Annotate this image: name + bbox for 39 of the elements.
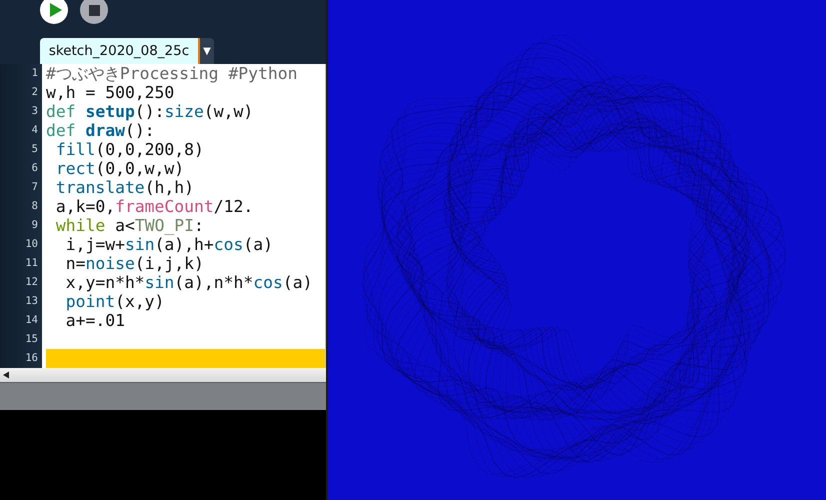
tab-menu-button[interactable]: ▼ (200, 38, 214, 64)
line-number: 16 (24, 351, 39, 366)
line-number: 2 (30, 85, 39, 100)
line-number: 14 (24, 313, 39, 328)
code-line: #つぶやきProcessing #Python (46, 64, 298, 83)
code-editor[interactable] (42, 64, 326, 368)
line-number: 3 (30, 104, 39, 119)
stop-button[interactable] (80, 0, 108, 24)
left-arrow-icon[interactable] (2, 371, 10, 379)
line-number: 7 (30, 180, 39, 195)
code-line: a+=.01 (64, 311, 125, 330)
sketch-tab[interactable]: sketch_2020_08_25c (40, 38, 200, 64)
line-number: 15 (24, 332, 39, 347)
code-line: def setup():size(w,w) (46, 102, 254, 121)
code-line: point(x,y) (64, 292, 164, 311)
line-number: 6 (30, 161, 39, 176)
line-number: 13 (24, 294, 39, 309)
code-line: while a<TWO_PI: (54, 216, 204, 235)
code-line: def draw(): (46, 121, 155, 140)
code-line: translate(h,h) (54, 178, 194, 197)
line-number: 1 (30, 66, 39, 81)
line-number: 11 (24, 256, 39, 271)
run-button[interactable] (40, 0, 68, 24)
code-line: n=noise(i,j,k) (64, 254, 204, 273)
code-line: x,y=n*h*sin(a),n*h*cos(a) (64, 273, 312, 292)
code-line: rect(0,0,w,w) (54, 159, 184, 178)
line-number: 10 (24, 237, 39, 252)
code-line: fill(0,0,200,8) (54, 140, 204, 159)
line-number: 4 (30, 123, 39, 138)
play-icon (50, 3, 62, 17)
line-number: 5 (30, 142, 39, 157)
code-line: w,h = 500,250 (46, 83, 174, 102)
line-number: 12 (24, 275, 39, 290)
line-number: 8 (30, 199, 39, 214)
code-line: i,j=w+sin(a),h+cos(a) (64, 235, 273, 254)
horizontal-scrollbar[interactable] (0, 368, 326, 382)
stop-icon (88, 4, 100, 16)
code-line: a,k=0,frameCount/12. (54, 197, 254, 216)
line-number: 9 (30, 218, 39, 233)
